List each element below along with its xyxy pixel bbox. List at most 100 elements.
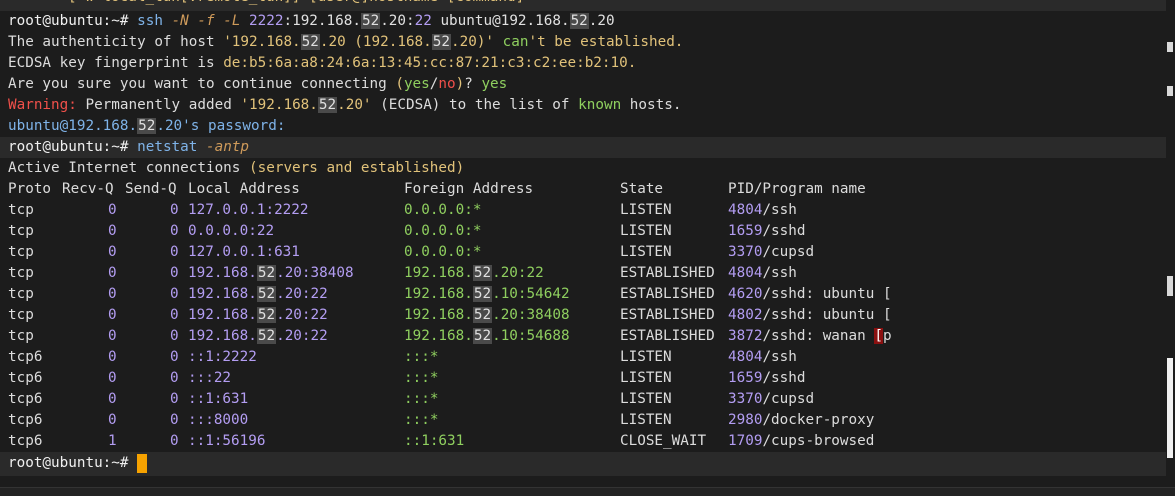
foreign-address-cell: 0.0.0.0:* [404,244,482,260]
foreign-address-cell: 192.168.52.20:38408 [404,307,570,323]
state-cell: LISTEN [620,244,672,260]
sendq-cell: 0 [170,349,179,365]
recvq-cell: 0 [108,307,117,323]
proto-cell: tcp6 [8,349,43,365]
ssh-command-line: root@ubuntu:~# ssh -N -f -L 2222:192.168… [8,13,615,29]
netstat-header-row: Proto Recv-Q Send-Q Local Address Foreig… [8,181,866,197]
active-connections-line: Active Internet connections (servers and… [8,160,465,176]
recvq-cell: 0 [108,223,117,239]
local-address-cell: 0.0.0.0:22 [188,223,275,239]
sendq-cell: 0 [170,328,179,344]
pid-program-cell: 1659/sshd [728,223,806,239]
netstat-row: tcp6 1 0::1:56196::1:631 CLOSE_WAIT 1709/cup… [8,431,1158,452]
state-cell: LISTEN [620,349,672,365]
warning-line: Warning: Permanently added '192.168.52.2… [8,97,682,113]
recvq-cell: 0 [108,202,117,218]
state-cell: LISTEN [620,412,672,428]
sendq-cell: 0 [170,202,179,218]
local-address-cell: 127.0.0.1:631 [188,244,300,260]
fingerprint-line: ECDSA key fingerprint is de:b5:6a:a8:24:… [8,55,637,71]
netstat-row: tcp 0 0 192.168.52.20:22 192.168.52.20:38408… [8,305,1158,326]
recvq-cell: 0 [108,286,117,302]
netstat-row: tcp6 0 0::1:631:::* LISTEN 3370/cupsd [8,389,1158,410]
state-cell: ESTABLISHED [620,286,715,302]
confirm-line: Are you sure you want to continue connec… [8,76,508,92]
netstat-command-line: root@ubuntu:~# netstat -antp [8,139,250,155]
local-address-cell: ::1:631 [188,391,249,407]
state-cell: ESTABLISHED [620,328,715,344]
foreign-address-cell: :::* [404,370,439,386]
local-address-cell: 192.168.52.20:22 [188,307,328,323]
local-address-cell: 192.168.52.20:38408 [188,265,354,281]
local-address-cell: :::22 [188,370,232,386]
terminal-window[interactable]: [-w local_tun[:remote_tun]] [user@]hostn… [0,0,1166,495]
pid-program-cell: 3872/sshd: wanan [p [728,328,892,344]
sendq-cell: 0 [170,307,179,323]
recvq-cell: 0 [108,265,117,281]
proto-cell: tcp6 [8,370,43,386]
foreign-address-cell: :::* [404,412,439,428]
local-address-cell: 192.168.52.20:22 [188,286,328,302]
text-cursor [137,453,148,473]
foreign-address-cell: 192.168.52.10:54688 [404,328,570,344]
proto-cell: tcp6 [8,391,43,407]
proto-cell: tcp [8,328,34,344]
netstat-row: tcp 0 0 127.0.0.1:631 0.0.0.0:* LISTEN 3370/cu… [8,242,1158,263]
prompt-band [0,452,1166,476]
sendq-cell: 0 [170,223,179,239]
state-cell: LISTEN [620,202,672,218]
proto-cell: tcp [8,265,34,281]
proto-cell: tcp [8,202,34,218]
scrollbar-thumb[interactable] [1167,358,1173,458]
password-prompt-line: ubuntu@192.168.52.20's password: [8,118,286,134]
local-address-cell: ::1:56196 [188,433,266,449]
pid-program-cell: 4804/ssh [728,202,797,218]
netstat-row: tcp 0 0 192.168.52.20:38408 192.168.52.20:22… [8,263,1158,284]
proto-cell: tcp [8,307,34,323]
proto-cell: tcp [8,244,34,260]
pid-program-cell: 1709/cups-browsed [728,433,875,449]
proto-cell: tcp6 [8,412,43,428]
recvq-cell: 0 [108,370,117,386]
pid-program-cell: 1659/sshd [728,370,806,386]
local-address-cell: :::8000 [188,412,249,428]
state-cell: ESTABLISHED [620,265,715,281]
netstat-row: tcp 0 0 127.0.0.1:2222 0.0.0.0:* LISTEN 4804/s… [8,200,1158,221]
sendq-cell: 0 [170,265,179,281]
sendq-cell: 0 [170,391,179,407]
local-address-cell: 127.0.0.1:2222 [188,202,309,218]
scrollbar-marker [1167,42,1173,52]
scrollbar-marker [1167,86,1173,96]
local-address-cell: ::1:2222 [188,349,257,365]
netstat-row: tcp6 0 0:::8000:::* LISTEN 2980/docker-proxy [8,410,1158,431]
usage-fragment: [-w local_tun[:remote_tun]] [user@]hostn… [68,0,524,8]
pid-program-cell: 4804/ssh [728,265,797,281]
proto-cell: tcp [8,286,34,302]
recvq-cell: 1 [108,433,117,449]
netstat-row: tcp 0 0 192.168.52.20:22 192.168.52.10:54642… [8,284,1158,305]
scrollbar-marker [1167,276,1173,296]
netstat-row: tcp 0 0 0.0.0.0:22 0.0.0.0:* LISTEN 1659/sshd [8,221,1158,242]
sendq-cell: 0 [170,412,179,428]
pid-program-cell: 4620/sshd: ubuntu [ [728,286,892,302]
final-prompt-line[interactable]: root@ubuntu:~# [8,453,148,474]
recvq-cell: 0 [108,412,117,428]
foreign-address-cell: :::* [404,349,439,365]
state-cell: LISTEN [620,391,672,407]
state-cell: LISTEN [620,370,672,386]
foreign-address-cell: :::* [404,391,439,407]
foreign-address-cell: 0.0.0.0:* [404,223,482,239]
sendq-cell: 0 [170,370,179,386]
sendq-cell: 0 [170,433,179,449]
netstat-row: tcp6 0 0:::22:::* LISTEN 1659/sshd [8,368,1158,389]
prompt: root@ubuntu:~# [8,13,129,29]
pid-program-cell: 2980/docker-proxy [728,412,875,428]
pid-program-cell: 4802/sshd: ubuntu [ [728,307,892,323]
authenticity-line: The authenticity of host '192.168.52.20 … [8,34,684,50]
netstat-row: tcp 0 0 192.168.52.20:22 192.168.52.10:54688… [8,326,1158,347]
netstat-row: tcp6 0 0::1:2222:::* LISTEN 4804/ssh [8,347,1158,368]
proto-cell: tcp [8,223,34,239]
recvq-cell: 0 [108,244,117,260]
recvq-cell: 0 [108,328,117,344]
recvq-cell: 0 [108,391,117,407]
